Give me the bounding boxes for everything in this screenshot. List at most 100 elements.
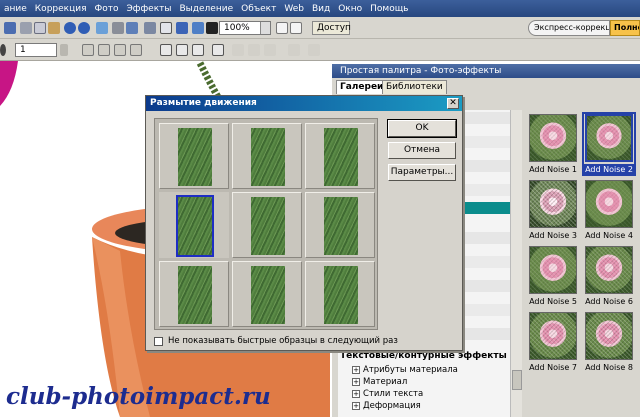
print-icon[interactable] — [144, 22, 156, 34]
access-label: Доступ — [317, 23, 351, 33]
parameters-button[interactable]: Параметры... — [388, 164, 456, 181]
menu-help[interactable]: Помощь — [366, 4, 412, 14]
flower-thumbnail — [585, 246, 633, 294]
preview-cell[interactable] — [305, 261, 375, 327]
category-scrollbar[interactable] — [510, 110, 522, 417]
paste-icon[interactable] — [48, 22, 60, 34]
camera-icon[interactable] — [112, 22, 124, 34]
preview-cell[interactable] — [232, 192, 302, 258]
menubar: ание Коррекция Фото Эффекты Выделение Об… — [0, 0, 640, 17]
menu-edit[interactable]: ание — [0, 4, 31, 14]
dont-show-checkbox-row[interactable]: Не показывать быстрые образцы в следующи… — [154, 336, 398, 346]
group-icon[interactable] — [288, 44, 300, 56]
preview-cell-selected[interactable] — [159, 192, 229, 258]
actual-size-icon[interactable] — [290, 22, 302, 34]
flower-thumbnail — [529, 312, 577, 360]
preview-cell[interactable] — [232, 261, 302, 327]
fit-icon[interactable] — [276, 22, 288, 34]
expand-icon[interactable]: + — [352, 401, 360, 410]
grass-thumbnail — [324, 128, 358, 186]
category-item[interactable]: + Стили текста — [352, 389, 423, 399]
expand-icon[interactable]: + — [352, 389, 360, 398]
copy-icon[interactable] — [34, 22, 46, 34]
window-icon[interactable] — [176, 22, 188, 34]
gallery-item[interactable]: Add Noise 4 — [582, 178, 636, 242]
menu-window[interactable]: Окно — [334, 4, 366, 14]
align-left-icon[interactable] — [160, 44, 172, 56]
tab-galleries[interactable]: Галереи — [336, 80, 388, 94]
menu-selection[interactable]: Выделение — [176, 4, 238, 14]
preview-cell[interactable] — [305, 123, 375, 189]
preview-cell[interactable] — [232, 123, 302, 189]
gallery-item[interactable]: Add Noise 6 — [582, 244, 636, 308]
chevron-down-icon[interactable] — [260, 22, 270, 34]
brush-icon[interactable] — [206, 22, 218, 34]
ungroup-icon[interactable] — [308, 44, 320, 56]
pick-tool-icon[interactable] — [0, 44, 6, 56]
expand-icon[interactable]: + — [352, 365, 360, 374]
cut-icon[interactable] — [20, 22, 32, 34]
preview-cell[interactable] — [159, 261, 229, 327]
send-back-icon[interactable] — [130, 44, 142, 56]
move-icon[interactable] — [232, 44, 244, 56]
close-icon[interactable]: ✕ — [447, 98, 459, 109]
grass-thumbnail — [251, 197, 285, 255]
access-button[interactable]: Доступ — [312, 21, 351, 35]
preview-grid — [154, 118, 378, 330]
dont-show-checkbox[interactable] — [154, 336, 163, 346]
bring-front-icon[interactable] — [114, 44, 126, 56]
menu-photo[interactable]: Фото — [90, 4, 122, 14]
express-fix-button[interactable]: Экспресс-коррекц... — [528, 20, 610, 36]
align-right-icon[interactable] — [192, 44, 204, 56]
spinner-icon[interactable] — [60, 44, 68, 56]
full-edit-button[interactable]: Полно — [610, 20, 640, 36]
arrow-up-icon[interactable] — [82, 44, 94, 56]
tab-libraries[interactable]: Библиотеки — [382, 80, 447, 94]
ok-button[interactable]: OK — [387, 119, 457, 138]
category-header[interactable]: Текстовые/контурные эффекты — [340, 351, 507, 361]
full-label: Полно — [614, 23, 639, 32]
align-center-icon[interactable] — [176, 44, 188, 56]
gallery-item[interactable]: Add Noise 7 — [526, 310, 580, 374]
category-item[interactable]: + Материал — [352, 377, 407, 387]
save-icon[interactable] — [4, 22, 16, 34]
expand-icon[interactable]: + — [352, 377, 360, 386]
dont-show-label: Не показывать быстрые образцы в следующи… — [168, 336, 398, 346]
flower-thumbnail — [529, 180, 577, 228]
gallery-item-selected[interactable]: Add Noise 2 — [582, 112, 636, 176]
flower-petal-shape — [0, 61, 18, 106]
zoom-value: 100% — [224, 23, 250, 33]
arrow-down-icon[interactable] — [98, 44, 110, 56]
number-field[interactable]: 1 — [15, 43, 57, 57]
cancel-button[interactable]: Отмена — [388, 142, 456, 159]
tile-icon[interactable] — [192, 22, 204, 34]
image-icon[interactable] — [96, 22, 108, 34]
menu-web[interactable]: Web — [280, 4, 308, 14]
category-item[interactable]: + Атрибуты материала — [352, 365, 458, 375]
gallery-item[interactable]: Add Noise 3 — [526, 178, 580, 242]
redo-icon[interactable] — [78, 22, 90, 34]
gallery-item[interactable]: Add Noise 5 — [526, 244, 580, 308]
grass-thumbnail — [178, 266, 212, 324]
scrollbar-thumb[interactable] — [512, 370, 522, 390]
zoom-select[interactable]: 100% — [219, 21, 271, 35]
gallery-item[interactable]: Add Noise 1 — [526, 112, 580, 176]
panel-title: Простая палитра - Фото-эффекты — [332, 64, 640, 78]
panel-tabs: Галереи Библиотеки — [332, 78, 640, 94]
dialog-title[interactable]: Размытие движения — [146, 96, 462, 111]
move-h-icon[interactable] — [248, 44, 260, 56]
grid-icon[interactable] — [160, 22, 172, 34]
selection-frame — [176, 195, 214, 257]
scan-icon[interactable] — [126, 22, 138, 34]
gallery-item[interactable]: Add Noise 8 — [582, 310, 636, 374]
category-item[interactable]: + Деформация — [352, 401, 421, 411]
align-top-icon[interactable] — [212, 44, 224, 56]
undo-icon[interactable] — [64, 22, 76, 34]
menu-view[interactable]: Вид — [308, 4, 334, 14]
menu-object[interactable]: Объект — [237, 4, 280, 14]
menu-adjust[interactable]: Коррекция — [31, 4, 91, 14]
preview-cell[interactable] — [159, 123, 229, 189]
preview-cell[interactable] — [305, 192, 375, 258]
menu-effects[interactable]: Эффекты — [123, 4, 176, 14]
move-v-icon[interactable] — [264, 44, 276, 56]
